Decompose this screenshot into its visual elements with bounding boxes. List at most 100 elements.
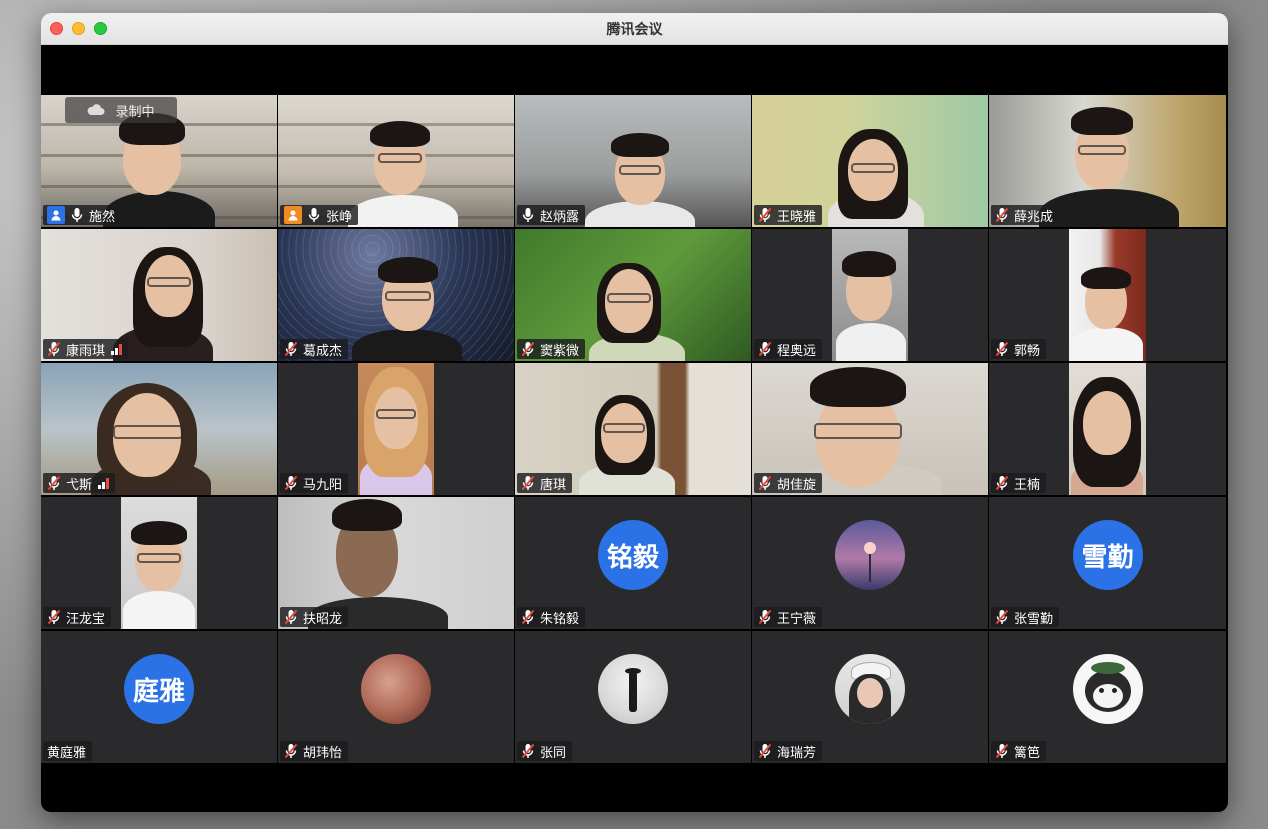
video-tile[interactable]: 弋斯 [41, 363, 277, 495]
participant-name-tag: 扶昭龙 [280, 607, 349, 627]
video-tile[interactable]: 录制中 施然 [41, 95, 277, 227]
video-tile[interactable]: 雪勤 张雪勤 [989, 497, 1226, 629]
avatar: 铭毅 [598, 520, 668, 590]
video-tile[interactable]: 窦紫微 [515, 229, 751, 361]
participant-name-tag: 篱笆 [991, 741, 1047, 761]
participant-name-tag: 薛兆成 [991, 205, 1060, 225]
video-tile[interactable]: 王宁薇 [752, 497, 988, 629]
participant-name-tag: 施然 [43, 205, 122, 225]
avatar [835, 520, 905, 590]
participant-name: 窦紫微 [540, 343, 580, 359]
avatar [361, 654, 431, 724]
video-tile[interactable]: 赵炳露 [515, 95, 751, 227]
video-tile[interactable]: 王楠 [989, 363, 1226, 495]
participant-name: 胡佳旋 [777, 477, 817, 493]
video-tile[interactable]: 程奥远 [752, 229, 988, 361]
participant-name: 胡玮怡 [303, 745, 343, 761]
recording-indicator[interactable]: 录制中 [65, 97, 177, 123]
muted-microphone-icon [521, 341, 535, 357]
participant-name-tag: 王楠 [991, 473, 1047, 493]
video-tile[interactable]: 篱笆 [989, 631, 1226, 763]
window-title: 腾讯会议 [606, 22, 663, 38]
video-tile[interactable]: 唐琪 [515, 363, 751, 495]
participant-name: 篱笆 [1014, 745, 1041, 761]
participant-name-tag: 弋斯 [43, 473, 116, 493]
video-gallery: 录制中 施然 张峥 赵炳露 王晓雅 薛兆成 康雨琪 葛成杰 窦紫微 程奥远 郭畅… [41, 95, 1228, 763]
participant-name: 王楠 [1014, 477, 1041, 493]
participant-name: 张峥 [326, 209, 353, 225]
video-tile[interactable]: 庭雅 黄庭雅 [41, 631, 277, 763]
microphone-icon [522, 208, 534, 222]
video-tile[interactable]: 葛成杰 [278, 229, 514, 361]
participant-name: 郭畅 [1014, 343, 1041, 359]
participant-name: 弋斯 [66, 477, 93, 493]
participant-name: 王宁薇 [777, 611, 817, 627]
participant-name-tag: 程奥远 [754, 339, 823, 359]
participant-name: 程奥远 [777, 343, 817, 359]
participant-name: 扶昭龙 [303, 611, 343, 627]
video-tile[interactable]: 薛兆成 [989, 95, 1226, 227]
muted-microphone-icon [995, 207, 1009, 223]
cohost-badge-icon [284, 206, 302, 224]
muted-microphone-icon [521, 475, 535, 491]
participant-name-tag: 张同 [517, 741, 573, 761]
video-tile[interactable]: 王晓雅 [752, 95, 988, 227]
video-tile[interactable]: 郭畅 [989, 229, 1226, 361]
participant-name: 施然 [89, 209, 116, 225]
participant-name: 黄庭雅 [47, 745, 87, 761]
recording-label: 录制中 [115, 104, 155, 120]
participant-name-tag: 王晓雅 [754, 205, 823, 225]
participant-name-tag: 葛成杰 [280, 339, 349, 359]
muted-microphone-icon [758, 341, 772, 357]
video-tile[interactable]: 张同 [515, 631, 751, 763]
participant-name-tag: 张峥 [280, 205, 359, 225]
participant-name-tag: 张雪勤 [991, 607, 1060, 627]
muted-microphone-icon [995, 743, 1009, 759]
video-tile[interactable]: 张峥 [278, 95, 514, 227]
signal-strength-icon [98, 477, 110, 489]
participant-name: 赵炳露 [540, 209, 580, 225]
video-tile[interactable]: 海瑞芳 [752, 631, 988, 763]
muted-microphone-icon [47, 475, 61, 491]
avatar [835, 654, 905, 724]
video-tile[interactable]: 汪龙宝 [41, 497, 277, 629]
participant-name: 马九阳 [303, 477, 343, 493]
muted-microphone-icon [995, 475, 1009, 491]
participant-name: 朱铭毅 [540, 611, 580, 627]
title-bar: 腾讯会议 [41, 13, 1228, 45]
avatar [598, 654, 668, 724]
video-tile[interactable]: 铭毅 朱铭毅 [515, 497, 751, 629]
muted-microphone-icon [284, 341, 298, 357]
participant-name: 张同 [540, 745, 567, 761]
muted-microphone-icon [284, 743, 298, 759]
participant-name-tag: 胡玮怡 [280, 741, 349, 761]
participant-name-tag: 王宁薇 [754, 607, 823, 627]
video-tile[interactable]: 胡佳旋 [752, 363, 988, 495]
host-badge-icon [47, 206, 65, 224]
participant-name: 葛成杰 [303, 343, 343, 359]
muted-microphone-icon [47, 341, 61, 357]
participant-name-tag: 黄庭雅 [43, 741, 93, 761]
avatar: 雪勤 [1072, 520, 1143, 590]
participant-name-tag: 康雨琪 [43, 339, 129, 359]
participant-name-tag: 唐琪 [517, 473, 573, 493]
video-tile[interactable]: 胡玮怡 [278, 631, 514, 763]
avatar [1072, 654, 1143, 724]
participant-name-tag: 郭畅 [991, 339, 1047, 359]
cloud-icon [88, 104, 105, 115]
participant-name: 王晓雅 [777, 209, 817, 225]
video-tile[interactable]: 扶昭龙 [278, 497, 514, 629]
participant-name: 唐琪 [540, 477, 567, 493]
participant-name-tag: 胡佳旋 [754, 473, 823, 493]
video-tile[interactable]: 康雨琪 [41, 229, 277, 361]
participant-name: 康雨琪 [66, 343, 106, 359]
signal-strength-icon [111, 343, 123, 355]
muted-microphone-icon [758, 475, 772, 491]
muted-microphone-icon [758, 743, 772, 759]
muted-microphone-icon [284, 475, 298, 491]
muted-microphone-icon [521, 609, 535, 625]
microphone-icon [71, 208, 83, 222]
participant-name: 海瑞芳 [777, 745, 817, 761]
video-tile[interactable]: 马九阳 [278, 363, 514, 495]
meeting-window: 腾讯会议 录制中 施然 张峥 赵炳露 王晓雅 薛兆成 康雨琪 葛成杰 窦紫微 程… [41, 13, 1228, 812]
